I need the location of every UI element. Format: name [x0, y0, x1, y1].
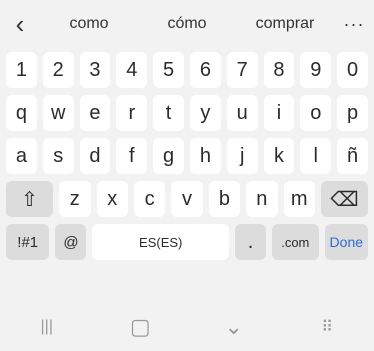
key-n-tilde[interactable]: ñ	[337, 138, 368, 174]
at-key[interactable]: @	[55, 224, 87, 260]
back-button[interactable]: ⌄	[204, 312, 264, 342]
key-1[interactable]: 1	[6, 52, 37, 88]
more-options-icon[interactable]: ···	[334, 14, 374, 35]
recents-icon: |||	[40, 318, 53, 335]
home-icon: ▢	[129, 314, 151, 339]
key-8[interactable]: 8	[263, 52, 295, 88]
space-bar[interactable]: ES(ES)	[92, 224, 229, 260]
suggestion-item[interactable]: comprar	[236, 15, 334, 33]
key-l[interactable]: l	[300, 138, 332, 174]
suggestion-item[interactable]: como	[40, 15, 138, 33]
key-j[interactable]: j	[226, 138, 258, 174]
key-i[interactable]: i	[263, 95, 295, 131]
recents-button[interactable]: |||	[17, 312, 77, 342]
letter-row-1: q w e r t y u i o p	[6, 95, 368, 131]
chevron-down-icon: ⌄	[224, 314, 243, 339]
letter-row-2: a s d f g h j k l ñ	[6, 138, 368, 174]
home-button[interactable]: ▢	[110, 312, 170, 342]
shift-key[interactable]: ⇧	[6, 181, 54, 217]
symbols-key[interactable]: !#1	[6, 224, 50, 260]
letter-row-3: ⇧ z x c v b n m ⌫	[6, 181, 369, 217]
backspace-icon: ⌫	[330, 188, 359, 211]
key-w[interactable]: w	[42, 95, 74, 131]
key-n[interactable]: n	[246, 181, 278, 217]
key-z[interactable]: z	[59, 181, 91, 217]
bottom-row: !#1 @ ES(ES) . .com Done	[6, 224, 368, 260]
key-c[interactable]: c	[133, 181, 166, 217]
key-h[interactable]: h	[189, 138, 221, 174]
key-g[interactable]: g	[153, 138, 184, 174]
key-s[interactable]: s	[42, 138, 74, 174]
key-5[interactable]: 5	[153, 52, 184, 88]
keyboard: 1 2 3 4 5 6 7 8 9 0 q w e r t y u i o p …	[6, 52, 369, 267]
navigation-bar: ||| ▢ ⌄ ⠿	[0, 303, 374, 351]
key-0[interactable]: 0	[337, 52, 368, 88]
suggestion-bar: ‹ como cómo comprar ···	[0, 0, 374, 48]
shift-icon: ⇧	[21, 188, 38, 211]
key-u[interactable]: u	[226, 95, 258, 131]
key-x[interactable]: x	[96, 181, 128, 217]
number-row: 1 2 3 4 5 6 7 8 9 0	[6, 52, 368, 88]
key-2[interactable]: 2	[42, 52, 74, 88]
key-k[interactable]: k	[263, 138, 295, 174]
key-d[interactable]: d	[79, 138, 111, 174]
key-v[interactable]: v	[171, 181, 203, 217]
period-key[interactable]: .	[234, 224, 267, 260]
backspace-key[interactable]: ⌫	[320, 181, 369, 217]
key-r[interactable]: r	[116, 95, 148, 131]
key-f[interactable]: f	[116, 138, 148, 174]
key-3[interactable]: 3	[79, 52, 111, 88]
key-m[interactable]: m	[283, 181, 315, 217]
done-button[interactable]: Done	[324, 224, 368, 260]
key-9[interactable]: 9	[300, 52, 332, 88]
collapse-suggestions-icon[interactable]: ‹	[0, 0, 40, 48]
key-e[interactable]: e	[79, 95, 111, 131]
key-o[interactable]: o	[300, 95, 332, 131]
key-4[interactable]: 4	[116, 52, 148, 88]
key-7[interactable]: 7	[226, 52, 258, 88]
key-y[interactable]: y	[189, 95, 221, 131]
suggestion-item[interactable]: cómo	[138, 15, 236, 33]
dot-com-key[interactable]: .com	[272, 224, 319, 260]
key-6[interactable]: 6	[189, 52, 221, 88]
keyboard-switch-button[interactable]: ⠿	[297, 312, 357, 342]
key-t[interactable]: t	[153, 95, 184, 131]
key-b[interactable]: b	[208, 181, 241, 217]
key-q[interactable]: q	[6, 95, 37, 131]
key-p[interactable]: p	[337, 95, 368, 131]
keyboard-icon: ⠿	[321, 319, 334, 336]
key-a[interactable]: a	[6, 138, 37, 174]
